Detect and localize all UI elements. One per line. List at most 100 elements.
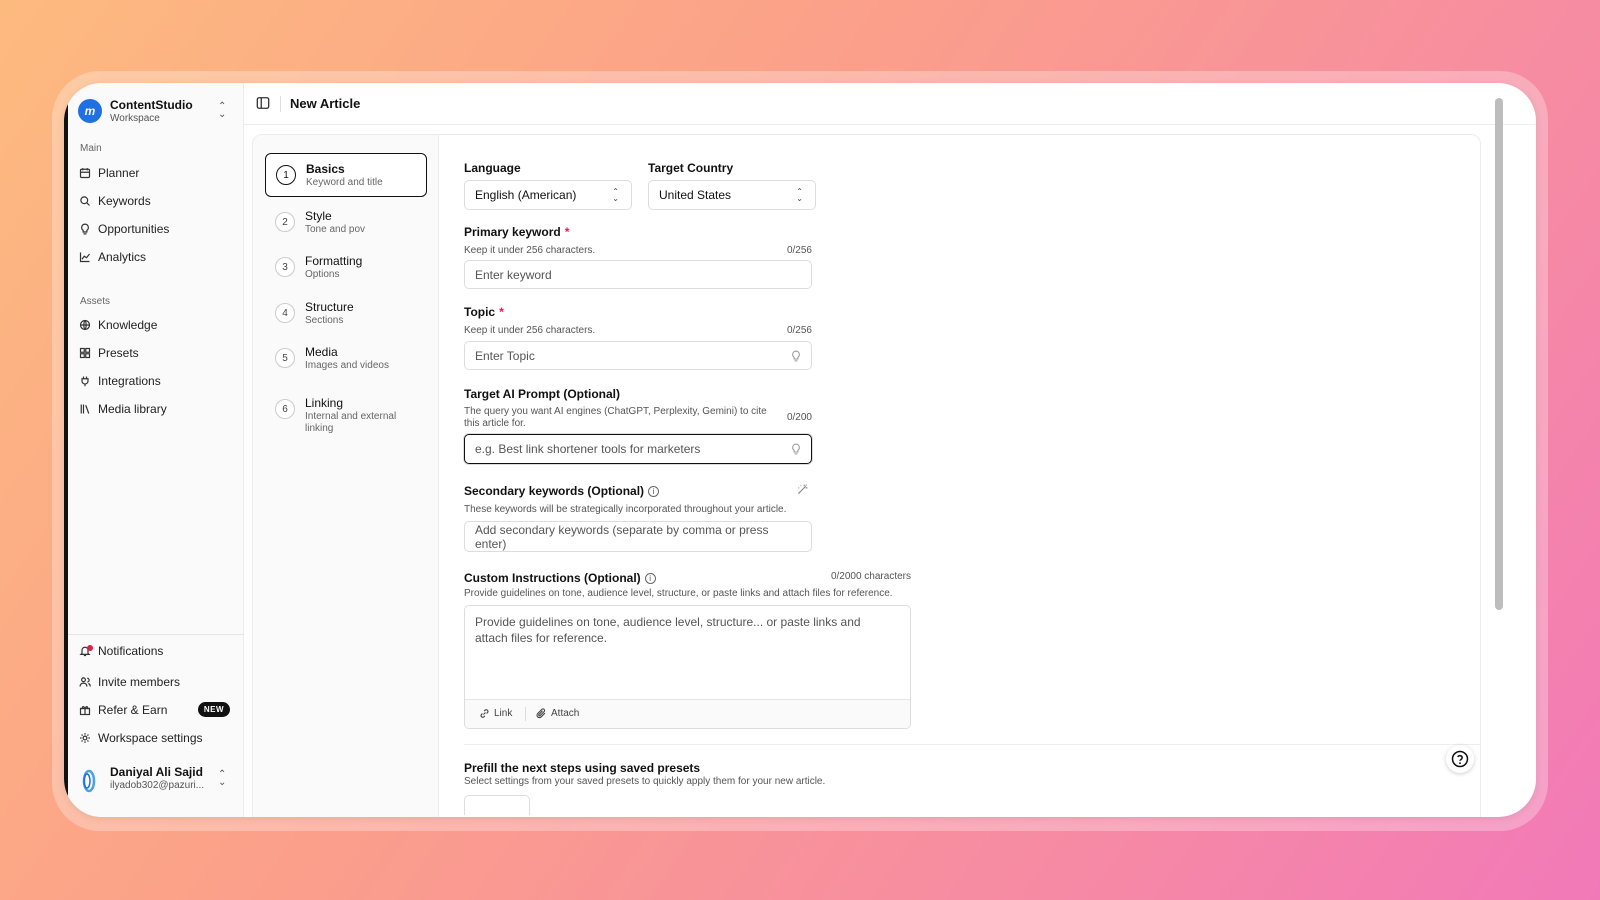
link-button[interactable]: Link (479, 708, 512, 719)
magic-wand-icon[interactable] (796, 483, 809, 496)
country-label: Target Country (648, 161, 734, 175)
search-icon (78, 194, 92, 208)
step-basics[interactable]: 1 Basics Keyword and title (265, 153, 427, 197)
sidebar-item-knowledge[interactable]: Knowledge (78, 314, 230, 336)
top-bar: New Article (244, 83, 1536, 125)
sidebar-item-invite-members[interactable]: Invite members (78, 671, 230, 693)
sidebar: m ContentStudio Workspace ⌃ ⌄ Main Planne… (64, 83, 244, 817)
secondary-keywords-hint: These keywords will be strategically inc… (464, 504, 787, 515)
step-linking[interactable]: 6 Linking Internal and external linking (265, 388, 427, 434)
help-button[interactable] (1446, 745, 1474, 773)
steps-nav: 1 Basics Keyword and title 2 Style Tone … (253, 135, 439, 817)
secondary-keywords-input[interactable]: Add secondary keywords (separate by comm… (464, 521, 812, 552)
sidebar-item-label: Keywords (98, 194, 151, 208)
preset-select[interactable] (464, 795, 530, 815)
step-subtitle: Internal and external linking (305, 411, 397, 434)
sidebar-item-media-library[interactable]: Media library (78, 398, 230, 420)
info-icon[interactable]: i (648, 486, 660, 498)
step-number: 4 (275, 303, 295, 323)
sidebar-divider (64, 634, 244, 635)
scrollbar[interactable] (1495, 98, 1503, 610)
plug-icon (78, 374, 92, 388)
grid-icon (78, 346, 92, 360)
sidebar-item-integrations[interactable]: Integrations (78, 370, 230, 392)
attach-button[interactable]: Attach (536, 708, 579, 719)
custom-instructions-textarea[interactable]: Provide guidelines on tone, audience lev… (464, 605, 911, 729)
label-text: Secondary keywords (Optional) (464, 484, 645, 498)
section-label-main: Main (80, 143, 102, 154)
primary-keyword-input[interactable]: Enter keyword (464, 260, 812, 289)
sidebar-item-label: Invite members (98, 675, 181, 689)
calendar-icon (78, 166, 92, 180)
sidebar-item-analytics[interactable]: Analytics (78, 246, 230, 268)
sidebar-item-refer-earn[interactable]: Refer & Earn NEW (78, 699, 230, 721)
placeholder: e.g. Best link shortener tools for marke… (475, 442, 701, 456)
country-select[interactable]: United States ⌃ ⌄ (648, 180, 816, 210)
lightbulb-icon[interactable] (790, 443, 802, 455)
chevron-up-down-icon: ⌃ ⌄ (218, 769, 227, 788)
custom-instructions-label: Custom Instructions (Optional) i (464, 571, 656, 585)
avatar (82, 769, 96, 793)
country-value: United States (659, 188, 732, 202)
topic-input[interactable]: Enter Topic (464, 341, 812, 370)
workspace-sub: Workspace (110, 113, 160, 124)
sidebar-item-label: Knowledge (98, 318, 158, 332)
step-number: 6 (275, 399, 295, 419)
sidebar-item-presets[interactable]: Presets (78, 342, 230, 364)
sidebar-item-workspace-settings[interactable]: Workspace settings (78, 727, 230, 749)
bell-icon (78, 644, 93, 658)
ai-prompt-input[interactable]: e.g. Best link shortener tools for marke… (464, 434, 812, 464)
question-icon (1451, 750, 1469, 768)
notification-dot (87, 645, 93, 651)
divider (525, 707, 526, 721)
required-mark: * (564, 225, 570, 239)
step-number: 3 (275, 257, 295, 277)
step-style[interactable]: 2 Style Tone and pov (265, 201, 427, 245)
topic-label: Topic * (464, 305, 504, 319)
sidebar-item-keywords[interactable]: Keywords (78, 190, 230, 212)
step-media[interactable]: 5 Media Images and videos (265, 337, 427, 381)
primary-keyword-count: 0/256 (786, 245, 812, 256)
gear-icon (78, 731, 92, 745)
chevron-up-down-icon: ⌃ ⌄ (218, 101, 227, 120)
step-structure[interactable]: 4 Structure Sections (265, 292, 427, 336)
workspace-switcher[interactable]: m ContentStudio Workspace ⌃ ⌄ (78, 95, 230, 127)
sidebar-item-label: Media library (98, 402, 167, 416)
article-card: 1 Basics Keyword and title 2 Style Tone … (252, 134, 1481, 817)
sidebar-item-label: Presets (98, 346, 139, 360)
step-formatting[interactable]: 3 Formatting Options (265, 246, 427, 290)
topic-count: 0/256 (786, 325, 812, 336)
attach-label: Attach (551, 708, 580, 719)
step-number: 5 (275, 348, 295, 368)
sidebar-item-opportunities[interactable]: Opportunities (78, 218, 230, 240)
language-select[interactable]: English (American) ⌃ ⌄ (464, 180, 632, 210)
language-label: Language (464, 161, 521, 175)
gift-icon (78, 703, 92, 717)
sidebar-item-notifications[interactable]: Notifications (78, 640, 230, 662)
section-divider (464, 744, 1481, 745)
custom-instructions-hint: Provide guidelines on tone, audience lev… (464, 588, 893, 599)
lightbulb-icon[interactable] (790, 350, 802, 362)
step-title: Style (305, 209, 332, 223)
label-text: Primary keyword (464, 225, 561, 239)
language-value: English (American) (475, 188, 577, 202)
chevron-up-down-icon: ⌃ ⌄ (796, 187, 803, 203)
step-subtitle: Sections (305, 315, 344, 326)
link-label: Link (494, 708, 513, 719)
basics-form: Language English (American) ⌃ ⌄ Target Co… (464, 135, 1481, 817)
ai-prompt-label: Target AI Prompt (Optional) (464, 387, 620, 401)
chart-line-icon (78, 250, 92, 264)
info-icon[interactable]: i (644, 573, 656, 585)
textarea-toolbar: Link Attach (465, 699, 910, 728)
lightbulb-icon (78, 222, 92, 236)
user-menu[interactable]: Daniyal Ali Sajid ilyadob302@pazuri... ⌃… (78, 763, 230, 797)
label-text: Custom Instructions (Optional) (464, 571, 641, 585)
custom-instructions-count: 0/2000 characters (830, 571, 911, 582)
user-email: ilyadob302@pazuri... (110, 780, 205, 791)
topic-hint: Keep it under 256 characters. (464, 325, 596, 336)
chevron-up-down-icon: ⌃ ⌄ (612, 187, 619, 203)
sidebar-toggle-icon[interactable] (256, 96, 270, 110)
step-subtitle: Keyword and title (306, 177, 383, 188)
step-title: Media (305, 345, 338, 359)
sidebar-item-planner[interactable]: Planner (78, 162, 230, 184)
